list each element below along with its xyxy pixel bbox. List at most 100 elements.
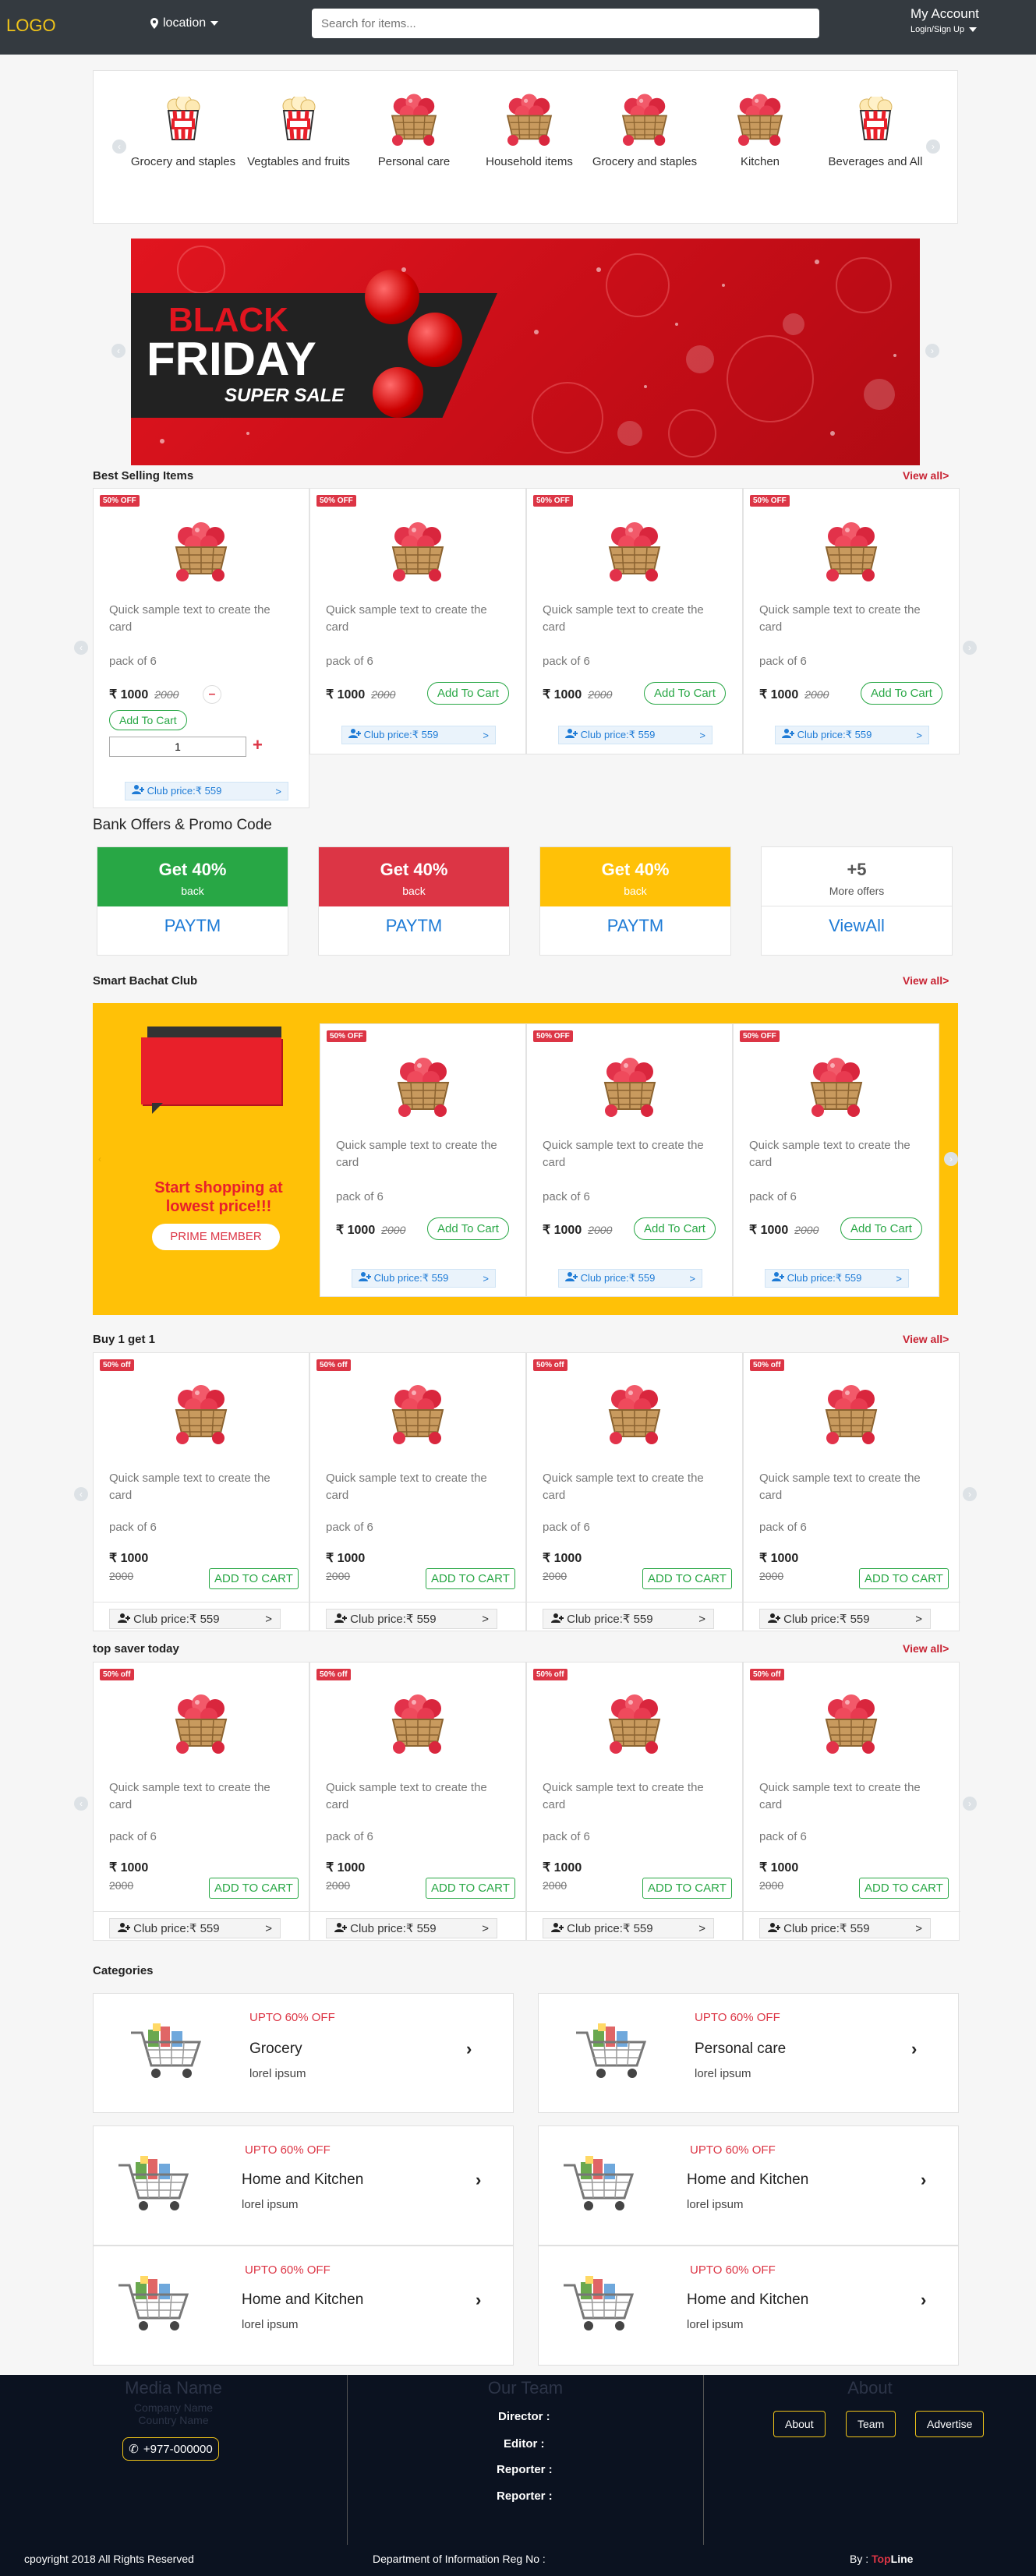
bank-offer-card[interactable]: Get 40% back PAYTM xyxy=(539,846,731,956)
club-go-icon: > xyxy=(896,1272,902,1284)
login-signup-link[interactable]: Login/Sign Up xyxy=(910,25,964,34)
club-price[interactable]: Club price:₹ 559 > xyxy=(352,1269,496,1288)
category-item[interactable]: Grocery and staples xyxy=(586,90,703,168)
apple-basket-icon xyxy=(471,90,588,147)
discount-badge: 50% off xyxy=(750,1669,784,1680)
add-to-cart-button[interactable]: Add To Cart xyxy=(644,682,726,705)
buy1-view-all[interactable]: View all> xyxy=(903,1333,949,1345)
club-price[interactable]: Club price:₹ 559 > xyxy=(759,1609,931,1629)
price-value: ₹ 1000 xyxy=(759,688,799,701)
club-price[interactable]: Club price:₹ 559 > xyxy=(558,1269,702,1288)
bank-offer-card[interactable]: Get 40% back PAYTM xyxy=(318,846,510,956)
carousel-next-icon[interactable]: › xyxy=(944,1152,958,1166)
carousel-next-icon[interactable]: › xyxy=(963,641,977,655)
category-item[interactable]: Kitchen xyxy=(702,90,819,168)
add-to-cart-button[interactable]: Add To Cart xyxy=(840,1217,922,1240)
category-card[interactable]: UPTO 60% OFF Personal care lorel ipsum › xyxy=(538,1993,959,2113)
carousel-prev-icon[interactable]: ‹ xyxy=(74,641,88,655)
quantity-input[interactable] xyxy=(109,737,246,757)
category-label: Grocery and staples xyxy=(592,155,698,168)
club-price[interactable]: Club price:₹ 559 > xyxy=(109,1609,281,1629)
add-to-cart-button[interactable]: Add To Cart xyxy=(634,1217,716,1240)
club-price[interactable]: Club price:₹ 559 > xyxy=(125,782,288,800)
add-to-cart-button[interactable]: Add To Cart xyxy=(109,710,187,730)
club-price[interactable]: Club price:₹ 559 > xyxy=(543,1609,714,1629)
category-item[interactable]: Vegtables and fruits xyxy=(240,90,357,168)
add-to-cart-button[interactable]: ADD TO CART xyxy=(859,1878,949,1899)
club-price[interactable]: Club price:₹ 559 > xyxy=(765,1269,909,1288)
club-row xyxy=(94,1911,310,1912)
product-card: 50% off Quick sample text to create the c… xyxy=(743,1352,960,1631)
club-price[interactable]: Club price:₹ 559 > xyxy=(543,1918,714,1938)
club-price[interactable]: Club price:₹ 559 > xyxy=(326,1609,497,1629)
category-card[interactable]: UPTO 60% OFF Grocery lorel ipsum › xyxy=(93,1993,514,2113)
phone-button[interactable]: ✆ +977-000000 xyxy=(122,2437,219,2461)
category-card[interactable]: UPTO 60% OFF Home and Kitchen lorel ipsum › xyxy=(93,2125,514,2246)
product-description: Quick sample text to create the card xyxy=(326,1472,487,1502)
product-description: Quick sample text to create the card xyxy=(109,603,270,634)
product-card: 50% off Quick sample text to create the c… xyxy=(526,1352,744,1631)
club-price[interactable]: Club price:₹ 559 > xyxy=(109,1918,281,1938)
logo[interactable]: LOGO xyxy=(6,16,56,36)
add-to-cart-button[interactable]: Add To Cart xyxy=(427,1217,509,1240)
apple-basket-icon xyxy=(820,1689,882,1760)
category-item[interactable]: Beverages and All xyxy=(817,90,934,168)
add-to-cart-button[interactable]: ADD TO CART xyxy=(859,1568,949,1589)
brand-top[interactable]: Top xyxy=(872,2553,891,2565)
carousel-prev-icon[interactable]: ‹ xyxy=(74,1797,88,1811)
carousel-next-icon[interactable]: › xyxy=(963,1797,977,1811)
best-selling-view-all[interactable]: View all> xyxy=(903,469,949,482)
add-to-cart-button[interactable]: Add To Cart xyxy=(861,682,942,705)
add-to-cart-button[interactable]: ADD TO CART xyxy=(209,1878,299,1899)
view-all-offers[interactable]: ViewAll xyxy=(762,906,952,936)
team-link[interactable]: Team xyxy=(846,2411,896,2437)
qty-plus-button[interactable]: + xyxy=(253,735,263,755)
add-to-cart-button[interactable]: ADD TO CART xyxy=(642,1568,732,1589)
add-to-cart-button[interactable]: Add To Cart xyxy=(427,682,509,705)
brand-line[interactable]: Line xyxy=(891,2553,914,2565)
category-item[interactable]: Grocery and staples xyxy=(125,90,242,168)
product-description: Quick sample text to create the card xyxy=(759,603,921,634)
pack-size: pack of 6 xyxy=(543,1830,590,1843)
pack-size: pack of 6 xyxy=(543,655,590,668)
carousel-prev-icon[interactable]: ‹ xyxy=(93,1152,107,1166)
category-card[interactable]: UPTO 60% OFF Home and Kitchen lorel ipsum › xyxy=(93,2246,514,2366)
category-card[interactable]: UPTO 60% OFF Home and Kitchen lorel ipsum › xyxy=(538,2125,959,2246)
carousel-prev-icon[interactable]: ‹ xyxy=(74,1487,88,1501)
more-offers-card[interactable]: +5 More offers ViewAll xyxy=(761,846,953,956)
popcorn-icon xyxy=(125,90,242,147)
club-price[interactable]: Club price:₹ 559 > xyxy=(558,726,712,744)
add-to-cart-button[interactable]: ADD TO CART xyxy=(642,1878,732,1899)
offer-sub: back xyxy=(402,885,426,897)
club-price[interactable]: Club price:₹ 559 > xyxy=(341,726,496,744)
phone-icon: ✆ xyxy=(129,2443,139,2456)
account-menu[interactable]: My Account Login/Sign Up xyxy=(910,6,979,34)
carousel-next-icon[interactable]: › xyxy=(963,1487,977,1501)
apple-basket-icon xyxy=(392,1052,454,1123)
about-link[interactable]: About xyxy=(773,2411,826,2437)
location-dropdown[interactable]: location xyxy=(150,16,219,30)
add-to-cart-button[interactable]: ADD TO CART xyxy=(426,1878,515,1899)
search-input[interactable] xyxy=(312,9,819,38)
category-card[interactable]: UPTO 60% OFF Home and Kitchen lorel ipsum › xyxy=(538,2246,959,2366)
old-price: 2000 xyxy=(109,1879,134,1892)
carousel-prev-icon[interactable]: ‹ xyxy=(111,344,126,358)
carousel-next-icon[interactable]: › xyxy=(925,344,939,358)
category-item[interactable]: Household items xyxy=(471,90,588,168)
club-price[interactable]: Club price:₹ 559 > xyxy=(759,1918,931,1938)
bank-offer-card[interactable]: Get 40% back PAYTM xyxy=(97,846,288,956)
club-price[interactable]: Club price:₹ 559 > xyxy=(775,726,929,744)
club-row xyxy=(310,1911,527,1912)
prime-member-button[interactable]: PRIME MEMBER xyxy=(152,1224,280,1250)
topsaver-view-all[interactable]: View all> xyxy=(903,1642,949,1655)
category-item[interactable]: Personal care xyxy=(355,90,472,168)
bachat-view-all[interactable]: View all> xyxy=(903,974,949,987)
add-to-cart-button[interactable]: ADD TO CART xyxy=(426,1568,515,1589)
offer-amount: Get 40% xyxy=(380,860,448,879)
add-to-cart-button[interactable]: ADD TO CART xyxy=(209,1568,299,1589)
black-friday-banner[interactable]: BLACK FRIDAY SUPER SALE xyxy=(131,239,920,465)
club-price[interactable]: Club price:₹ 559 > xyxy=(326,1918,497,1938)
advertise-link[interactable]: Advertise xyxy=(915,2411,985,2437)
product-card: 50% OFF Quick sample text to create the c… xyxy=(320,1023,526,1297)
qty-minus-button[interactable]: – xyxy=(203,685,221,704)
